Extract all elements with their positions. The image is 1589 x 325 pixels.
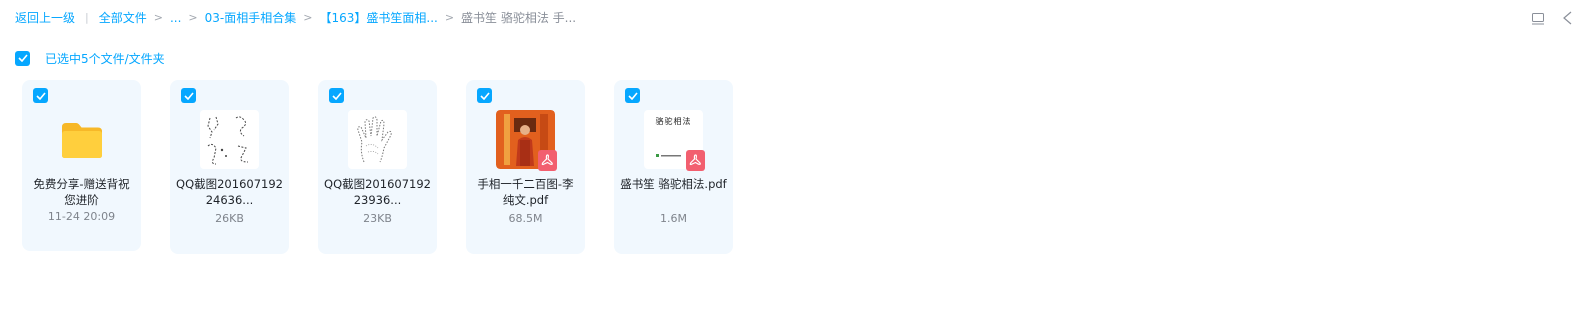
file-checkbox[interactable] (625, 88, 640, 103)
breadcrumb-separator: > (303, 11, 313, 24)
image-thumbnail (348, 110, 407, 169)
back-link[interactable]: 返回上一级 (15, 9, 75, 26)
file-checkbox[interactable] (181, 88, 196, 103)
checkmark-icon (17, 54, 28, 62)
breadcrumb-divider: | (85, 11, 89, 24)
file-size: 23KB (363, 212, 392, 225)
image-thumbnail (200, 110, 259, 169)
breadcrumb-ellipsis[interactable]: ... (170, 11, 181, 25)
checkmark-icon (331, 91, 342, 100)
panel-toggle-icon[interactable] (1562, 10, 1572, 29)
pdf-cover-thumbnail (496, 110, 557, 171)
file-date: 11-24 20:09 (47, 210, 116, 223)
breadcrumb-all-files[interactable]: 全部文件 (99, 9, 147, 26)
file-size: 1.6M (660, 212, 687, 225)
file-card[interactable]: 骆驼相法 盛书笙 骆驼相法.pdf 1.6M (614, 80, 733, 254)
breadcrumb-separator: > (188, 11, 198, 24)
file-size: 68.5M (508, 212, 543, 225)
selection-count-text: 已选中5个文件/文件夹 (45, 51, 165, 66)
file-size: 26KB (215, 212, 244, 225)
checkmark-icon (627, 91, 638, 100)
select-all-checkbox[interactable] (15, 50, 30, 66)
checkmark-icon (183, 91, 194, 100)
folder-icon (52, 110, 111, 169)
file-card[interactable]: 手相一千二百图-李纯文.pdf 68.5M (466, 80, 585, 254)
file-name: 盛书笙 骆驼相法.pdf (620, 177, 727, 191)
file-name: 手相一千二百图-李纯文.pdf (477, 177, 574, 207)
breadcrumb-current-folder: 盛书笙 骆驼相法 手... (461, 11, 577, 25)
breadcrumb-folder-163[interactable]: 【163】盛书笙面相... (319, 9, 437, 26)
file-checkbox[interactable] (329, 88, 344, 103)
file-card[interactable]: 免费分享-赠送背祝您进阶 11-24 20:09 (22, 80, 141, 251)
file-checkbox[interactable] (477, 88, 492, 103)
breadcrumb-separator: > (444, 11, 455, 24)
breadcrumb: 返回上一级 | 全部文件 > ... > 03-面相手相合集 > 【163】盛书… (15, 9, 576, 26)
file-checkbox[interactable] (33, 88, 48, 103)
file-name: QQ截图20160719224636... (176, 177, 283, 207)
file-card[interactable]: QQ截图20160719224636... 26KB (170, 80, 289, 254)
breadcrumb-folder-collection[interactable]: 03-面相手相合集 (205, 9, 297, 26)
checkmark-icon (479, 91, 490, 100)
file-name: QQ截图20160719223936... (324, 177, 431, 207)
checkmark-icon (35, 91, 46, 100)
file-card[interactable]: QQ截图20160719223936... 23KB (318, 80, 437, 254)
pdf-icon (538, 150, 557, 171)
selection-bar: 已选中5个文件/文件夹 (15, 49, 165, 67)
pdf-icon (686, 150, 705, 171)
toolbar: 返回上一级 | 全部文件 > ... > 03-面相手相合集 > 【163】盛书… (0, 0, 1589, 34)
breadcrumb-separator: > (153, 11, 163, 24)
file-name: 免费分享-赠送背祝您进阶 (33, 177, 130, 207)
pdf-cover-thumbnail: 骆驼相法 (644, 110, 705, 171)
view-mode-icon[interactable] (1532, 10, 1544, 29)
